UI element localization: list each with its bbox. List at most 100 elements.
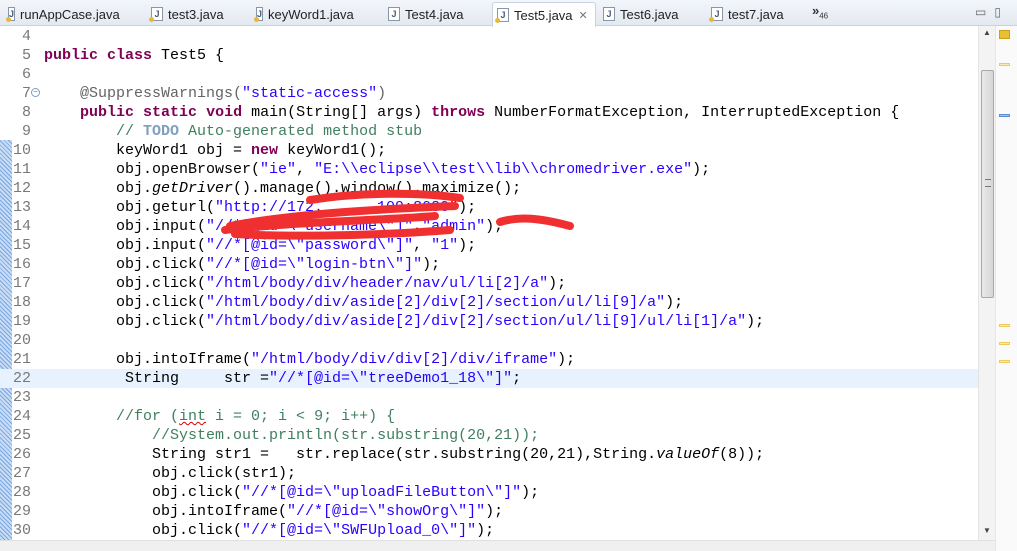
code-text: obj.intoIframe("//*[@id=\"showOrg\"]"); (44, 502, 503, 521)
tab-test4[interactable]: J Test4.java (384, 2, 484, 26)
scrollbar-thumb[interactable] (981, 70, 994, 298)
code-line[interactable]: 17 obj.click("/html/body/div/header/nav/… (0, 274, 980, 293)
line-number: 28 (12, 484, 31, 501)
java-file-icon: J (603, 7, 615, 21)
line-number: 12 (12, 180, 31, 197)
code-line[interactable]: 20 (0, 331, 980, 350)
code-line[interactable]: 21 obj.intoIframe("/html/body/div/div[2]… (0, 350, 980, 369)
code-token-cmsq: int (179, 408, 207, 425)
code-token-pl: obj. (44, 180, 153, 197)
code-line[interactable]: 9 // TODO Auto-generated method stub (0, 122, 980, 141)
code-token-ann: @SuppressWarnings( (80, 85, 243, 102)
tab-label: test3.java (168, 6, 224, 22)
line-number: 13 (12, 199, 31, 216)
code-line[interactable]: 26 String str1 = str.replace(str.substri… (0, 445, 980, 464)
line-number: 7 (21, 85, 31, 102)
code-line[interactable]: 4 (0, 27, 980, 46)
tab-runappcase[interactable]: JrunAppCase.java (4, 2, 120, 26)
line-number: 8 (21, 104, 31, 121)
tab-test3[interactable]: Jtest3.java (147, 2, 247, 26)
code-token-str: "static-access" (242, 85, 378, 102)
editor-tab-bar: »46 ▭▯ JrunAppCase.java Jtest3.java JkeyWo… (0, 0, 1017, 27)
java-file-icon: J (253, 7, 264, 22)
maximize-button[interactable]: ▯ (994, 5, 1009, 19)
close-tab-icon[interactable]: ✕ (579, 9, 588, 22)
code-line[interactable]: 6 (0, 65, 980, 84)
code-token-pl: obj.click( (44, 313, 207, 330)
code-token-cm: Auto-generated method stub (179, 123, 423, 140)
overview-mark[interactable] (999, 324, 1010, 327)
line-number: 29 (12, 503, 31, 520)
code-line[interactable]: 18 obj.click("/html/body/div/aside[2]/di… (0, 293, 980, 312)
java-file-icon: J (149, 7, 163, 22)
code-line[interactable]: 10 keyWord1 obj = new keyWord1(); (0, 141, 980, 160)
code-line[interactable]: 29 obj.intoIframe("//*[@id=\"showOrg\"]"… (0, 502, 980, 521)
code-line[interactable]: 23 (0, 388, 980, 407)
code-token-pl: main(String[] args) (242, 104, 432, 121)
line-number: 18 (12, 294, 31, 311)
code-text: public static void main(String[] args) t… (44, 103, 899, 122)
code-line[interactable]: 5 public class Test5 { (0, 46, 980, 65)
code-token-str: "/html/body/div/header/nav/ul/li[2]/a" (206, 275, 549, 292)
code-line[interactable]: 24 //for (int i = 0; i < 9; i++) { (0, 407, 980, 426)
line-number: 26 (12, 446, 31, 463)
horizontal-scrollbar[interactable] (0, 540, 995, 551)
code-line[interactable]: 27 obj.click(str1); (0, 464, 980, 483)
tab-test6[interactable]: J Test6.java (599, 2, 699, 26)
code-token-pl: , (296, 161, 315, 178)
code-token-ann: ) (377, 85, 387, 102)
tab-test5[interactable]: J Test5.java ✕ (492, 2, 596, 27)
code-line[interactable]: 8 public static void main(String[] args)… (0, 103, 980, 122)
minimize-button[interactable]: ▭ (975, 5, 994, 19)
vertical-scrollbar[interactable]: ▲ ▼ (978, 26, 995, 540)
code-text: obj.click(str1); (44, 464, 296, 483)
warning-summary-icon[interactable] (999, 30, 1010, 39)
line-number: 22 (12, 370, 31, 387)
code-text: obj.click("//*[@id=\"uploadFileButton\"]… (44, 483, 539, 502)
code-line[interactable]: 7− @SuppressWarnings("static-access") (0, 84, 980, 103)
code-line[interactable]: 25 //System.out.println(str.substring(20… (0, 426, 980, 445)
code-line[interactable]: 11 obj.openBrowser("ie", "E:\\eclipse\\t… (0, 160, 980, 179)
scroll-up-arrow-icon[interactable]: ▲ (983, 28, 991, 37)
code-token-cm: // (116, 123, 144, 140)
tab-label: runAppCase.java (20, 6, 120, 22)
line-number: 16 (12, 256, 31, 273)
task-mark[interactable] (999, 114, 1010, 117)
java-file-icon: J (495, 8, 509, 23)
tab-keyword1[interactable]: JkeyWord1.java (252, 2, 354, 26)
code-token-pl: ); (746, 313, 765, 330)
code-line[interactable]: 30 obj.click("//*[@id=\"SWFUpload_0\"]")… (0, 521, 980, 540)
code-token-str: "//*[@id=\"SWFUpload_0\"]" (242, 522, 477, 539)
code-text: obj.openBrowser("ie", "E:\\eclipse\\test… (44, 160, 710, 179)
scroll-down-arrow-icon[interactable]: ▼ (983, 526, 991, 535)
line-number: 9 (21, 123, 31, 140)
tab-test7[interactable]: Jtest7.java (707, 2, 807, 26)
overview-ruler[interactable] (995, 26, 1017, 551)
overview-mark[interactable] (999, 360, 1010, 363)
code-line[interactable]: 22 String str ="//*[@id=\"treeDemo1_18\"… (0, 369, 980, 388)
more-tabs-button[interactable]: »46 (812, 3, 828, 21)
line-number: 10 (12, 142, 31, 159)
overview-mark[interactable] (999, 342, 1010, 345)
line-number: 4 (21, 28, 31, 45)
code-line[interactable]: 19 obj.click("/html/body/div/aside[2]/di… (0, 312, 980, 331)
code-text: keyWord1 obj = new keyWord1(); (44, 141, 386, 160)
code-token-pl: ); (557, 351, 576, 368)
code-line[interactable]: 28 obj.click("//*[@id=\"uploadFileButton… (0, 483, 980, 502)
code-token-pl: ); (485, 503, 504, 520)
code-token-pl: ; (512, 370, 522, 387)
code-token-todo: TODO (143, 123, 180, 140)
fold-toggle-icon[interactable]: − (31, 88, 40, 97)
tab-label: keyWord1.java (268, 6, 354, 22)
line-number: 20 (12, 332, 31, 349)
code-token-pl: NumberFormatException, InterruptedExcept… (485, 104, 900, 121)
line-number: 24 (12, 408, 31, 425)
code-token-pl: ); (521, 484, 540, 501)
code-token-it: valueOf (656, 446, 720, 463)
overview-mark[interactable] (999, 63, 1010, 66)
code-editor[interactable]: 4 5 public class Test5 {6 7− @SuppressWarni… (0, 26, 995, 540)
code-token-str: "ie" (260, 161, 297, 178)
code-token-cm: //System.out.println(str.substring(20,21… (152, 427, 540, 444)
